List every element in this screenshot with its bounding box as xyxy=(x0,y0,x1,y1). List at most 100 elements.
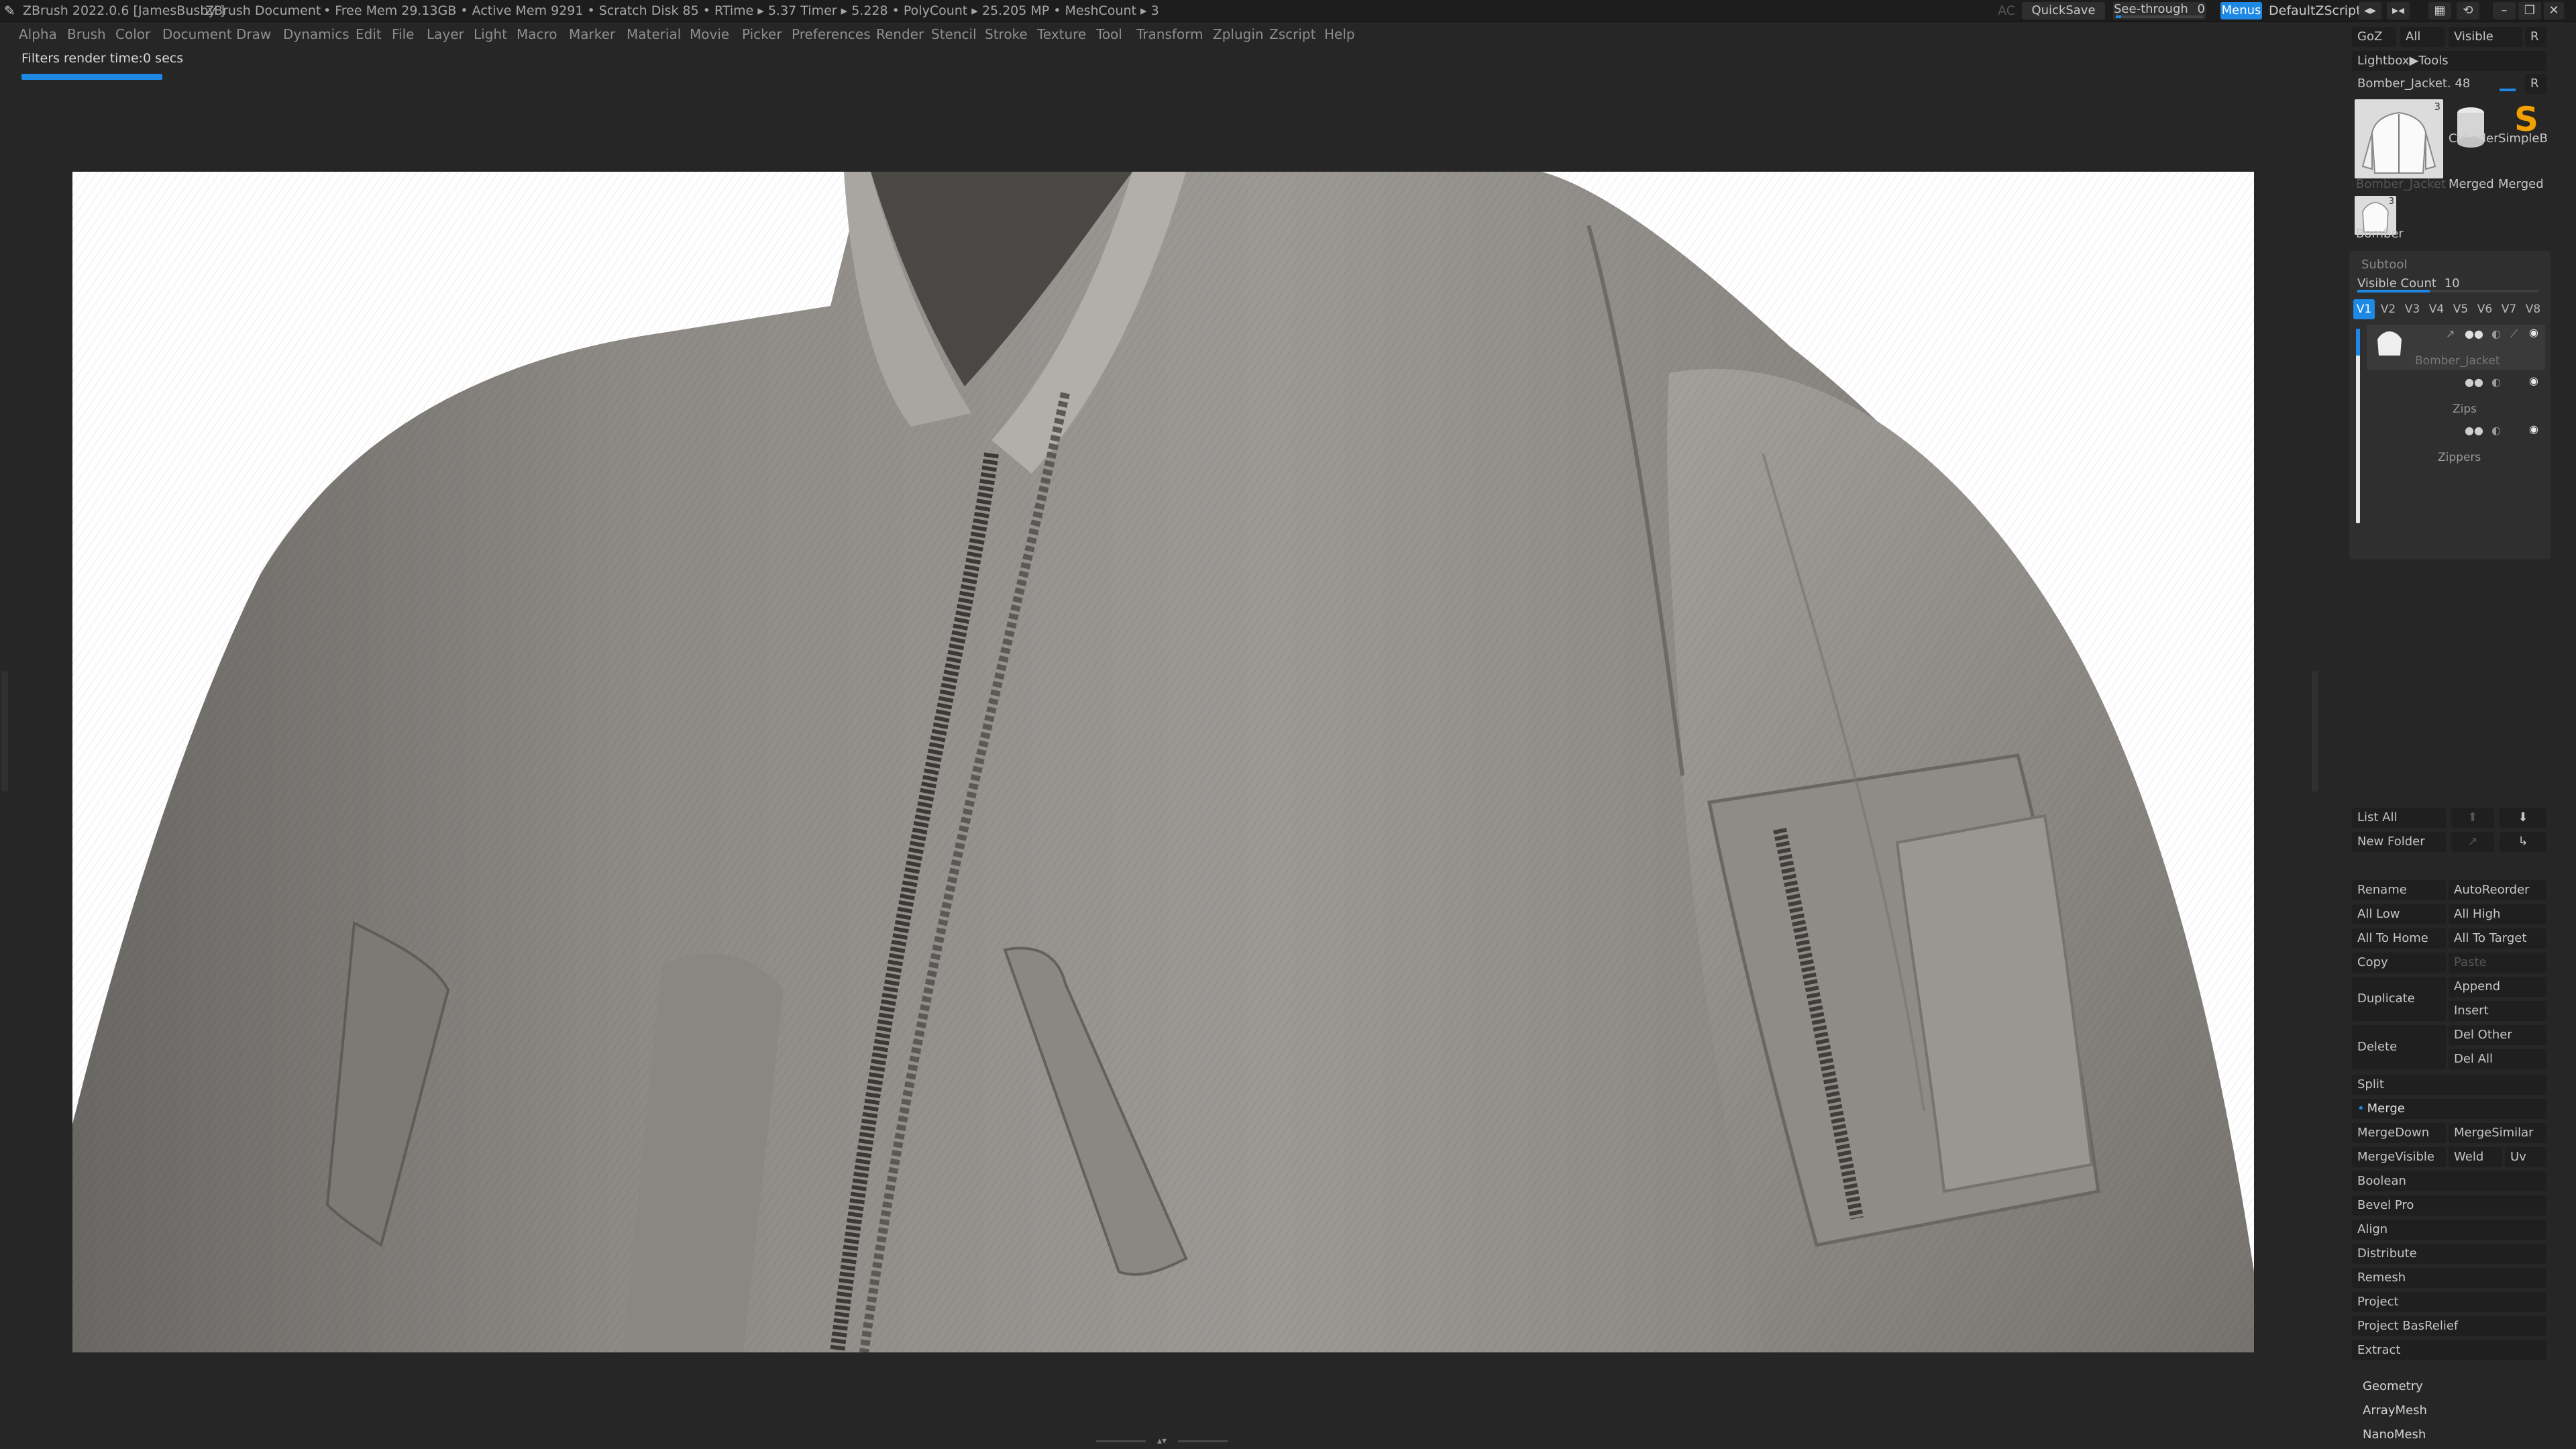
menu-picker[interactable]: Picker xyxy=(742,22,782,46)
tab-v4[interactable]: V4 xyxy=(2426,299,2447,319)
menu-dynamics[interactable]: Dynamics xyxy=(283,22,350,46)
all-to-target-button[interactable]: All To Target xyxy=(2449,928,2546,949)
split-section-button[interactable]: Split xyxy=(2352,1075,2546,1095)
all-to-home-button[interactable]: All To Home xyxy=(2352,928,2446,949)
menu-texture[interactable]: Texture xyxy=(1037,22,1086,46)
menu-movie[interactable]: Movie xyxy=(690,22,729,46)
remesh-section-button[interactable]: Remesh xyxy=(2352,1268,2546,1288)
menu-edit[interactable]: Edit xyxy=(356,22,382,46)
del-other-button[interactable]: Del Other xyxy=(2449,1025,2546,1045)
arraymesh-palette-header[interactable]: ArrayMesh xyxy=(2357,1401,2545,1421)
menu-draw[interactable]: Draw xyxy=(236,22,271,46)
del-all-button[interactable]: Del All xyxy=(2449,1049,2546,1069)
right-tray-handle[interactable] xyxy=(2312,671,2318,792)
subtool-title[interactable]: Subtool xyxy=(2361,258,2407,272)
merge-section-button[interactable]: • Merge xyxy=(2352,1099,2546,1119)
subtool-visibility-eye-icon-2[interactable]: ◉ xyxy=(2529,374,2538,387)
distribute-section-button[interactable]: Distribute xyxy=(2352,1244,2546,1264)
current-tool-slider[interactable]: Bomber_Jacket. 48 xyxy=(2352,74,2520,94)
subtool-scrollbar[interactable] xyxy=(2356,329,2360,523)
see-through-slider[interactable]: See-through 0 xyxy=(2113,2,2206,19)
weld-button[interactable]: Weld xyxy=(2449,1147,2502,1167)
subtool-item-bomber-jacket[interactable]: ↗ ●● ◐ ⟋ ◉ Bomber_Jacket xyxy=(2367,325,2545,370)
tab-v1[interactable]: V1 xyxy=(2353,299,2375,319)
menu-color[interactable]: Color xyxy=(115,22,150,46)
menu-layer[interactable]: Layer xyxy=(427,22,464,46)
project-basrelief-section-button[interactable]: Project BasRelief xyxy=(2352,1316,2546,1336)
menu-help[interactable]: Help xyxy=(1324,22,1355,46)
default-zscript-button[interactable]: DefaultZScript xyxy=(2269,0,2361,21)
menu-preferences[interactable]: Preferences xyxy=(792,22,871,46)
menu-material[interactable]: Material xyxy=(627,22,681,46)
subtool-folder-icon[interactable]: ↗ xyxy=(2446,327,2455,340)
goz-r-button[interactable]: R xyxy=(2525,27,2546,47)
all-low-button[interactable]: All Low xyxy=(2352,904,2446,924)
subtool-brush-icon[interactable]: ⟋ xyxy=(2510,327,2518,341)
align-section-button[interactable]: Align xyxy=(2352,1220,2546,1240)
menu-stroke[interactable]: Stroke xyxy=(985,22,1028,46)
goz-visible-button[interactable]: Visible xyxy=(2449,27,2522,47)
menu-stencil[interactable]: Stencil xyxy=(931,22,977,46)
uv-button[interactable]: Uv xyxy=(2505,1147,2546,1167)
mergevisible-button[interactable]: MergeVisible xyxy=(2352,1147,2446,1167)
new-folder-button[interactable]: New Folder xyxy=(2352,832,2446,852)
mergesimilar-button[interactable]: MergeSimilar xyxy=(2449,1123,2546,1143)
menu-render[interactable]: Render xyxy=(876,22,924,46)
palette-icon[interactable]: ▦ xyxy=(2428,2,2451,19)
extract-section-button[interactable]: Extract xyxy=(2352,1340,2546,1360)
autoreorder-button[interactable]: AutoReorder xyxy=(2449,880,2546,900)
menus-toggle[interactable]: Menus xyxy=(2220,2,2262,19)
menu-document[interactable]: Document xyxy=(162,22,232,46)
tab-v5[interactable]: V5 xyxy=(2450,299,2471,319)
subtool-item-zippers[interactable]: ●● ◐ ◉ Zippers xyxy=(2367,421,2545,467)
move-down-icon[interactable]: ⬇ xyxy=(2500,808,2546,828)
paste-button[interactable]: Paste xyxy=(2449,953,2546,973)
subtool-mask-icon[interactable]: ◐ xyxy=(2491,327,2501,340)
menu-zscript[interactable]: Zscript xyxy=(1269,22,1316,46)
current-tool-r-button[interactable]: R xyxy=(2525,74,2546,94)
lightbox-tools-button[interactable]: Lightbox▶Tools xyxy=(2352,51,2546,71)
folder-up-icon[interactable]: ↗ xyxy=(2451,832,2494,852)
tab-v7[interactable]: V7 xyxy=(2498,299,2520,319)
tab-v8[interactable]: V8 xyxy=(2522,299,2544,319)
tool-thumb-bomber-jacket[interactable]: 3 xyxy=(2355,99,2443,178)
left-tray-handle[interactable] xyxy=(1,671,8,792)
rename-button[interactable]: Rename xyxy=(2352,880,2446,900)
mergedown-button[interactable]: MergeDown xyxy=(2352,1123,2446,1143)
tab-v2[interactable]: V2 xyxy=(2377,299,2399,319)
delete-button[interactable]: Delete xyxy=(2352,1025,2446,1069)
list-all-button[interactable]: List All xyxy=(2352,808,2446,828)
nanomesh-palette-header[interactable]: NanoMesh xyxy=(2357,1425,2545,1445)
bevel-pro-section-button[interactable]: Bevel Pro xyxy=(2352,1195,2546,1216)
folder-in-icon[interactable]: ↳ xyxy=(2500,832,2546,852)
menu-marker[interactable]: Marker xyxy=(569,22,615,46)
close-icon[interactable]: ✕ xyxy=(2544,2,2564,19)
menu-tool[interactable]: Tool xyxy=(1096,22,1122,46)
visible-count-slider[interactable]: Visible Count 10 xyxy=(2352,274,2546,294)
all-high-button[interactable]: All High xyxy=(2449,904,2546,924)
restore-icon[interactable]: ❐ xyxy=(2518,2,2541,19)
tab-v3[interactable]: V3 xyxy=(2402,299,2423,319)
duplicate-button[interactable]: Duplicate xyxy=(2352,977,2446,1021)
project-section-button[interactable]: Project xyxy=(2352,1292,2546,1312)
subtool-polypaint-toggle-icon-3[interactable]: ●● xyxy=(2465,424,2483,437)
append-button[interactable]: Append xyxy=(2449,977,2546,997)
viewport-canvas[interactable] xyxy=(72,172,2254,1352)
minimize-icon[interactable]: – xyxy=(2493,2,2516,19)
layout-left-icon[interactable]: ◂▸ xyxy=(2359,2,2381,19)
menu-zplugin[interactable]: Zplugin xyxy=(1213,22,1264,46)
subtool-item-zips[interactable]: ●● ◐ ◉ Zips xyxy=(2367,373,2545,419)
menu-brush[interactable]: Brush xyxy=(67,22,106,46)
insert-button[interactable]: Insert xyxy=(2449,1001,2546,1021)
undo-history-icon[interactable]: ⟲ xyxy=(2457,2,2479,19)
subtool-polypaint-toggle-icon[interactable]: ●● xyxy=(2465,327,2483,340)
menu-alpha[interactable]: Alpha xyxy=(19,22,57,46)
tool-thumb-cylinder[interactable] xyxy=(2454,99,2487,160)
bottom-tray-handle[interactable]: ▴▾ xyxy=(1096,1436,1228,1446)
subtool-polypaint-toggle-icon-2[interactable]: ●● xyxy=(2465,376,2483,388)
subtool-mask-icon-3[interactable]: ◐ xyxy=(2491,424,2501,437)
boolean-section-button[interactable]: Boolean xyxy=(2352,1171,2546,1191)
subtool-visibility-eye-icon-3[interactable]: ◉ xyxy=(2529,423,2538,435)
menu-light[interactable]: Light xyxy=(474,22,507,46)
quicksave-button[interactable]: QuickSave xyxy=(2022,2,2105,19)
